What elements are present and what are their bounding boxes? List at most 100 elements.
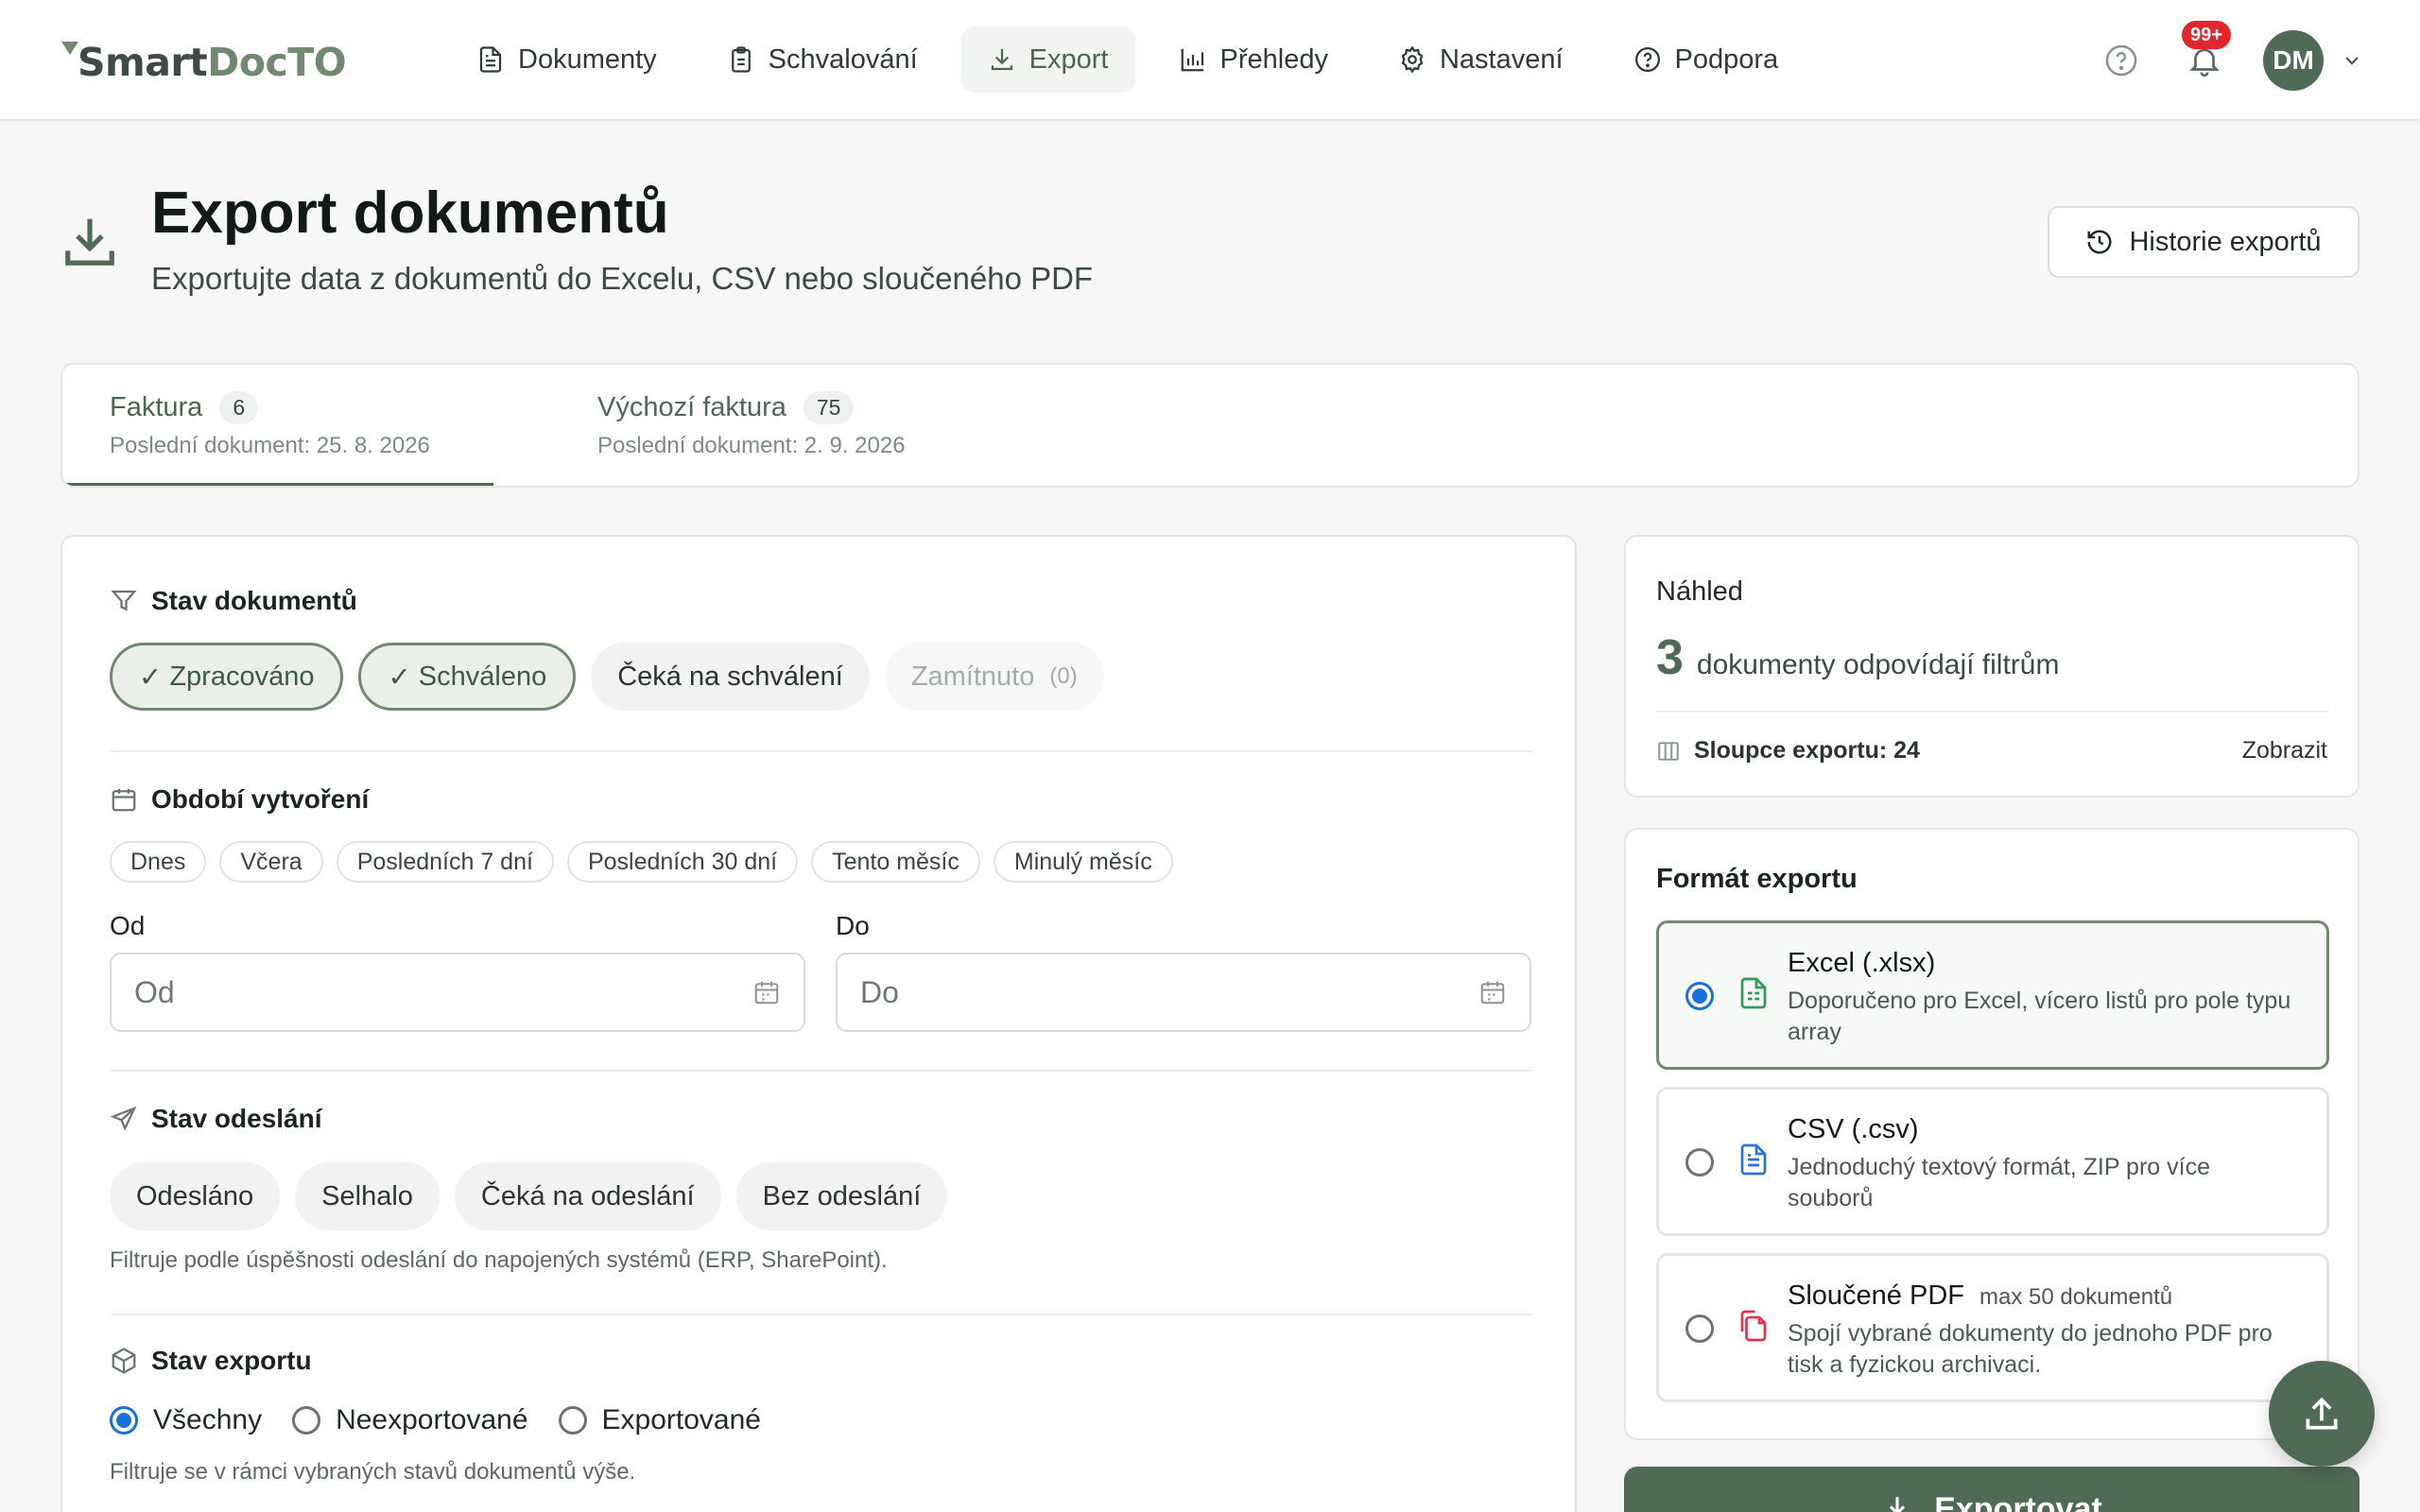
nav-item-schvalovani[interactable]: Schvalování	[700, 26, 944, 93]
status-chip-zpracovano[interactable]: ✓ Zpracováno	[110, 643, 344, 711]
calendar-icon	[754, 981, 779, 1005]
format-label: Excel (.xlsx)	[1788, 948, 1936, 978]
export-state-exportovane[interactable]: Exportované	[558, 1404, 761, 1436]
tab-count-badge: 75	[803, 391, 855, 424]
preview-panel: Náhled 3 dokumenty odpovídají filtrům Sl…	[1624, 535, 2360, 798]
export-format-panel: Formát exportu Excel (.xlsx) Doporučeno …	[1624, 828, 2360, 1440]
history-button-label: Historie exportů	[2129, 226, 2322, 257]
divider	[110, 750, 1531, 752]
clipboard-check-icon	[731, 46, 751, 73]
preset-dnes[interactable]: Dnes	[110, 841, 207, 883]
radio-button[interactable]	[292, 1406, 321, 1435]
document-type-tabs: Faktura 6 Poslední dokument: 25. 8. 2026…	[60, 363, 2360, 488]
document-icon	[479, 46, 502, 73]
export-state-heading: Stav exportu	[110, 1346, 312, 1376]
radio-button[interactable]	[1685, 1148, 1714, 1177]
tab-title: Výchozí faktura 75	[597, 391, 855, 424]
tab-label: Výchozí faktura	[597, 392, 786, 422]
export-state-hint: Filtruje se v rámci vybraných stavů doku…	[110, 1459, 636, 1485]
format-description: Doporučeno pro Excel, vícero listů pro p…	[1788, 988, 2291, 1045]
sending-status-heading: Stav odeslání	[110, 1104, 322, 1134]
radio-label: Neexportované	[336, 1404, 528, 1435]
nav-item-podpora[interactable]: Podpora	[1607, 26, 1806, 93]
sending-hint: Filtruje podle úspěšnosti odeslání do na…	[110, 1247, 888, 1273]
document-status-chips: ✓ Zpracováno ✓ Schváleno Čeká na schvále…	[110, 643, 1104, 711]
chip-count: (0)	[1049, 663, 1078, 689]
date-from-input[interactable]: Od	[110, 953, 805, 1032]
notifications-button[interactable]: 99+	[2180, 21, 2231, 85]
user-menu[interactable]: DM	[2263, 30, 2363, 91]
status-chip-schvaleno[interactable]: ✓ Schváleno	[358, 643, 577, 711]
document-status-heading: Stav dokumentů	[110, 586, 357, 616]
format-description: Spojí vybrané dokumenty do jednoho PDF p…	[1788, 1320, 2273, 1378]
logo-text-smart: Smart	[78, 40, 208, 85]
section-title: Období vytvoření	[151, 784, 370, 814]
format-option-csv[interactable]: CSV (.csv) Jednoduchý textový formát, ZI…	[1656, 1087, 2329, 1236]
nav-item-nastaveni[interactable]: Nastavení	[1372, 26, 1590, 93]
format-label: Sloučené PDF	[1788, 1280, 1964, 1311]
sending-chip-selhalo[interactable]: Selhalo	[295, 1162, 440, 1230]
nav-label: Schvalování	[768, 43, 918, 75]
export-state-neexportovane[interactable]: Neexportované	[292, 1404, 528, 1436]
radio-label: Exportované	[601, 1404, 761, 1435]
package-icon	[112, 1348, 136, 1374]
preset-tento-mesic[interactable]: Tento měsíc	[811, 841, 980, 883]
text-file-icon	[1740, 1143, 1767, 1176]
status-chip-zamitnuto: Zamítnuto (0)	[884, 643, 1104, 711]
period-preset-chips: Dnes Včera Posledních 7 dní Posledních 3…	[110, 841, 1173, 883]
export-state-vsechny[interactable]: Všechny	[110, 1404, 262, 1436]
upload-icon	[2306, 1397, 2338, 1430]
radio-button[interactable]	[1685, 1314, 1714, 1343]
format-name: Sloučené PDF max 50 dokumentů	[1788, 1280, 2172, 1312]
tab-faktura[interactable]: Faktura 6 Poslední dokument: 25. 8. 2026	[62, 365, 493, 486]
nav-label: Přehledy	[1219, 43, 1328, 75]
radio-label: Všechny	[153, 1404, 263, 1435]
radio-button[interactable]	[558, 1406, 587, 1435]
download-icon	[991, 48, 1012, 71]
matching-documents-count: 3 dokumenty odpovídají filtrům	[1656, 629, 2059, 686]
columns-icon	[1658, 741, 1679, 761]
check-icon: ✓	[388, 662, 411, 693]
page-subtitle: Exportujte data z dokumentů do Excelu, C…	[151, 261, 1094, 296]
status-chip-ceka-na-schvaleni[interactable]: Čeká na schválení	[591, 643, 870, 711]
nav-item-export[interactable]: Export	[960, 26, 1135, 93]
preset-minuly-mesic[interactable]: Minulý měsíc	[993, 841, 1173, 883]
smartdocto-logo[interactable]: Smart DocTO	[59, 36, 347, 89]
radio-button[interactable]	[1685, 982, 1714, 1010]
to-label: Do	[836, 911, 870, 940]
export-button-label: Exportovat	[1934, 1490, 2102, 1512]
format-name: Excel (.xlsx)	[1788, 948, 1935, 979]
nav-label: Podpora	[1674, 43, 1779, 75]
logo-tick-icon	[61, 42, 78, 55]
format-option-excel[interactable]: Excel (.xlsx) Doporučeno pro Excel, více…	[1656, 920, 2329, 1070]
format-description: Jednoduchý textový formát, ZIP pro více …	[1788, 1154, 2210, 1211]
preset-vcera[interactable]: Včera	[219, 841, 323, 883]
sending-chip-ceka-na-odeslani[interactable]: Čeká na odeslání	[454, 1162, 721, 1230]
export-state-radio-group: Všechny Neexportované Exportované	[110, 1404, 761, 1436]
upload-fab-button[interactable]	[2269, 1361, 2375, 1467]
format-option-merged-pdf[interactable]: Sloučené PDF max 50 dokumentů Spojí vybr…	[1656, 1253, 2329, 1402]
from-label: Od	[110, 911, 146, 940]
sending-chip-bez-odeslani[interactable]: Bez odeslání	[735, 1162, 948, 1230]
tab-vychozi-faktura[interactable]: Výchozí faktura 75 Poslední dokument: 2.…	[493, 365, 928, 486]
spreadsheet-icon	[1740, 977, 1767, 1009]
section-title: Stav exportu	[151, 1346, 312, 1375]
show-columns-link[interactable]: Zobrazit	[2242, 737, 2327, 765]
notification-count-badge: 99+	[2182, 21, 2231, 49]
format-title: Formát exportu	[1656, 864, 1858, 894]
calendar-icon	[112, 788, 136, 812]
divider	[110, 1314, 1531, 1315]
format-limit-note: max 50 dokumentů	[1979, 1284, 2173, 1310]
nav-item-prehledy[interactable]: Přehledy	[1152, 26, 1355, 93]
sending-chip-odeslano[interactable]: Odesláno	[110, 1162, 281, 1230]
date-to-input[interactable]: Do	[836, 953, 1531, 1032]
radio-button[interactable]	[110, 1406, 138, 1435]
nav-item-dokumenty[interactable]: Dokumenty	[450, 26, 683, 93]
export-button[interactable]: Exportovat	[1624, 1467, 2360, 1512]
tab-title: Faktura 6	[110, 391, 259, 424]
preset-poslednich-7-dni[interactable]: Posledních 7 dní	[336, 841, 554, 883]
preset-poslednich-30-dni[interactable]: Posledních 30 dní	[566, 841, 799, 883]
export-history-button[interactable]: Historie exportů	[2048, 206, 2360, 278]
help-button[interactable]	[2097, 36, 2146, 85]
page-title: Export dokumentů	[151, 180, 669, 246]
